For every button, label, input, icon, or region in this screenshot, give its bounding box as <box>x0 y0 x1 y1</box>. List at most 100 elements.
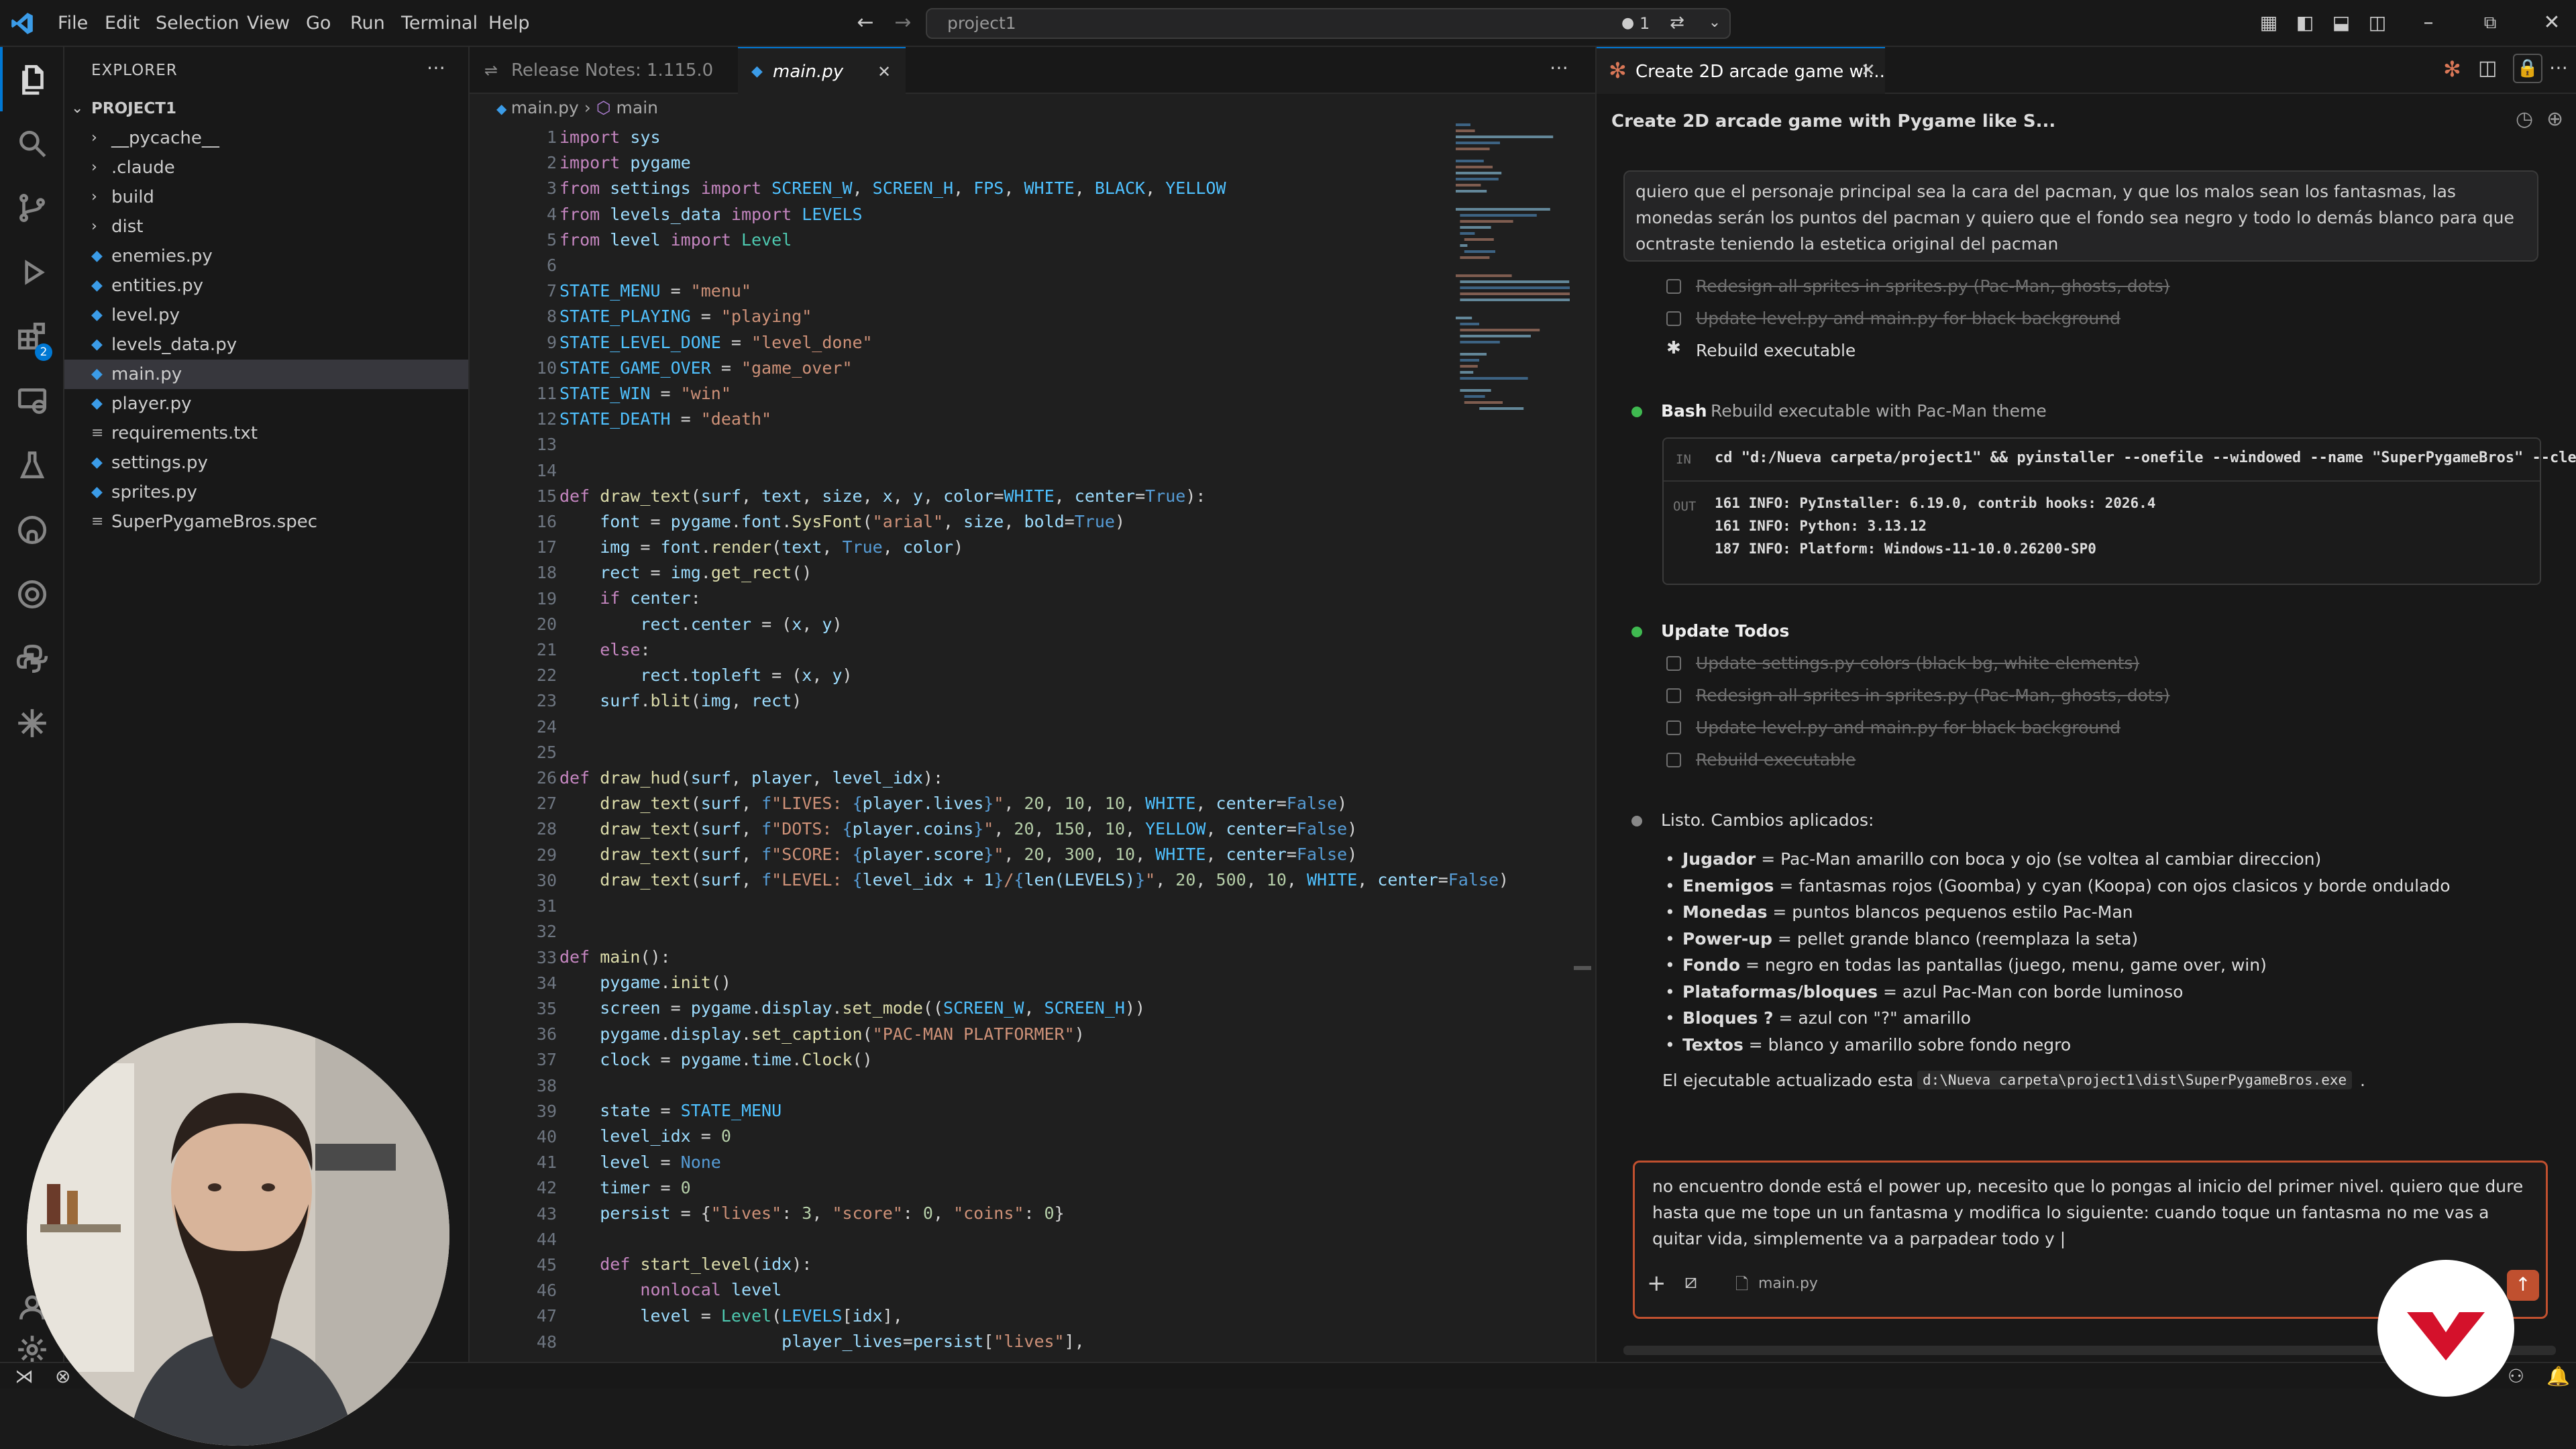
code-line[interactable]: pygame.init() <box>559 970 1509 996</box>
code-line[interactable] <box>559 714 1509 739</box>
slash-command-icon[interactable]: ⧄ <box>1684 1270 1697 1293</box>
code-line[interactable] <box>559 1226 1509 1252</box>
file-item[interactable]: ≡ SuperPygameBros.spec <box>64 507 468 537</box>
code-line[interactable] <box>559 894 1509 919</box>
code-line[interactable]: rect.topleft = (x, y) <box>559 663 1509 688</box>
more-actions-icon[interactable]: ⋯ <box>1550 56 1568 78</box>
file-item[interactable]: ◆ sprites.py <box>64 478 468 507</box>
code-line[interactable]: STATE_PLAYING = "playing" <box>559 304 1509 329</box>
folder-item[interactable]: › .claude <box>64 153 468 182</box>
file-item[interactable]: ◆ settings.py <box>64 448 468 478</box>
code-line[interactable] <box>559 432 1509 458</box>
error-icon[interactable]: ⊗ <box>55 1363 70 1390</box>
lock-icon[interactable]: 🔒 <box>2513 54 2542 83</box>
search-activity[interactable] <box>0 111 64 176</box>
toggle-panel-icon[interactable]: ⬓ <box>2328 9 2355 36</box>
menu-file[interactable]: File <box>58 0 88 47</box>
code-line[interactable] <box>559 740 1509 765</box>
code-line[interactable]: from level import Level <box>559 227 1509 253</box>
more-actions-icon[interactable]: ⋯ <box>427 56 445 78</box>
history-icon[interactable]: ◷ <box>2516 107 2533 131</box>
code-line[interactable]: draw_text(surf, f"LEVEL: {level_idx + 1}… <box>559 867 1509 893</box>
code-line[interactable]: level_idx = 0 <box>559 1124 1509 1149</box>
run-debug-activity[interactable] <box>0 240 64 305</box>
code-line[interactable]: nonlocal level <box>559 1277 1509 1303</box>
close-window-icon[interactable]: ✕ <box>2538 9 2565 36</box>
file-item[interactable]: ◆ entities.py <box>64 271 468 301</box>
code-line[interactable]: pygame.display.set_caption("PAC-MAN PLAT… <box>559 1022 1509 1047</box>
code-editor[interactable]: ◆ main.py › ⬡ main 1 2 3 4 5 6 7 8 9 10 … <box>470 94 1595 1362</box>
code-line[interactable]: timer = 0 <box>559 1175 1509 1201</box>
minimap[interactable] <box>1456 121 1576 496</box>
back-arrow-icon[interactable]: ← <box>852 9 879 36</box>
file-item[interactable]: ◆ level.py <box>64 301 468 330</box>
menu-go[interactable]: Go <box>306 0 331 47</box>
code-line[interactable]: STATE_LEVEL_DONE = "level_done" <box>559 330 1509 356</box>
menu-selection[interactable]: Selection <box>156 0 239 47</box>
minimize-icon[interactable]: – <box>2415 9 2442 36</box>
code-line[interactable]: img = font.render(text, True, color) <box>559 535 1509 560</box>
forward-arrow-icon[interactable]: → <box>890 9 916 36</box>
folder-item[interactable]: › build <box>64 182 468 212</box>
code-line[interactable]: else: <box>559 637 1509 663</box>
code-line[interactable] <box>559 919 1509 945</box>
split-editor-icon[interactable]: ◫ <box>2478 56 2497 80</box>
code-content[interactable]: import sys import pygame from settings imp… <box>559 125 1509 1354</box>
file-item[interactable]: ≡ requirements.txt <box>64 419 468 448</box>
gitlens-activity[interactable] <box>0 562 64 627</box>
testing-activity[interactable] <box>0 433 64 498</box>
code-line[interactable]: from settings import SCREEN_W, SCREEN_H,… <box>559 176 1509 201</box>
code-line[interactable]: from levels_data import LEVELS <box>559 202 1509 227</box>
code-line[interactable]: level = None <box>559 1150 1509 1175</box>
code-line[interactable]: font = pygame.font.SysFont("arial", size… <box>559 509 1509 535</box>
folder-item[interactable]: › dist <box>64 212 468 241</box>
code-line[interactable]: def start_level(idx): <box>559 1252 1509 1277</box>
menu-help[interactable]: Help <box>488 0 530 47</box>
chat-tab[interactable]: ✻ Create 2D arcade game wi... ✕ <box>1597 47 1885 94</box>
code-line[interactable]: STATE_WIN = "win" <box>559 381 1509 407</box>
code-line[interactable]: state = STATE_MENU <box>559 1098 1509 1124</box>
remote-icon[interactable]: ⋊ <box>15 1363 34 1390</box>
code-line[interactable]: draw_text(surf, f"LIVES: {player.lives}"… <box>559 791 1509 816</box>
code-line[interactable]: def draw_hud(surf, player, level_idx): <box>559 765 1509 791</box>
github-activity[interactable] <box>0 498 64 562</box>
menu-view[interactable]: View <box>247 0 290 47</box>
code-line[interactable]: persist = {"lives": 3, "score": 0, "coin… <box>559 1201 1509 1226</box>
scrollbar-thumb[interactable] <box>1574 966 1591 970</box>
notifications-icon[interactable]: 🔔 <box>2546 1363 2570 1390</box>
code-line[interactable]: import pygame <box>559 150 1509 176</box>
breadcrumb-file[interactable]: main.py <box>511 98 579 117</box>
explorer-activity[interactable] <box>0 47 64 111</box>
close-tab-icon[interactable]: ✕ <box>1861 60 1876 80</box>
remote-explorer-activity[interactable] <box>0 369 64 433</box>
add-icon[interactable]: + <box>1647 1270 1666 1297</box>
code-line[interactable]: clock = pygame.time.Clock() <box>559 1047 1509 1073</box>
code-line[interactable]: level = Level(LEVELS[idx], <box>559 1303 1509 1329</box>
toggle-sidebar-icon[interactable]: ◧ <box>2292 9 2318 36</box>
folder-item[interactable]: › __pycache__ <box>64 123 468 153</box>
code-line[interactable] <box>559 458 1509 483</box>
source-control-activity[interactable] <box>0 176 64 240</box>
menu-run[interactable]: Run <box>350 0 385 47</box>
new-session-icon[interactable]: ⊕ <box>2546 107 2563 131</box>
menu-edit[interactable]: Edit <box>105 0 140 47</box>
toggle-secondary-sidebar-icon[interactable]: ◫ <box>2364 9 2391 36</box>
code-line[interactable]: STATE_GAME_OVER = "game_over" <box>559 356 1509 381</box>
file-item[interactable]: ◆ player.py <box>64 389 468 419</box>
bash-output-box[interactable]: IN cd "d:/Nueva carpeta/project1" && pyi… <box>1662 437 2576 585</box>
file-item[interactable]: ◆ levels_data.py <box>64 330 468 360</box>
claude-spark-icon[interactable]: ✻ <box>2443 56 2461 82</box>
code-line[interactable]: screen = pygame.display.set_mode((SCREEN… <box>559 996 1509 1021</box>
chat-input-text[interactable]: no encuentro donde está el power up, nec… <box>1652 1173 2531 1252</box>
chevron-down-icon[interactable]: ⌄ <box>1701 9 1728 36</box>
menu-terminal[interactable]: Terminal <box>401 0 478 47</box>
code-line[interactable]: surf.blit(img, rect) <box>559 688 1509 714</box>
close-tab-icon[interactable]: ✕ <box>877 48 891 95</box>
restore-icon[interactable]: ⧉ <box>2477 9 2504 36</box>
breadcrumb-symbol[interactable]: main <box>616 98 658 117</box>
command-center-search[interactable]: project1 ● 1 <box>926 8 1731 39</box>
attached-file[interactable]: main.py <box>1758 1271 1818 1297</box>
code-line[interactable]: draw_text(surf, f"SCORE: {player.score}"… <box>559 842 1509 867</box>
code-line[interactable]: rect.center = (x, y) <box>559 612 1509 637</box>
file-item[interactable]: ◆ enemies.py <box>64 241 468 271</box>
